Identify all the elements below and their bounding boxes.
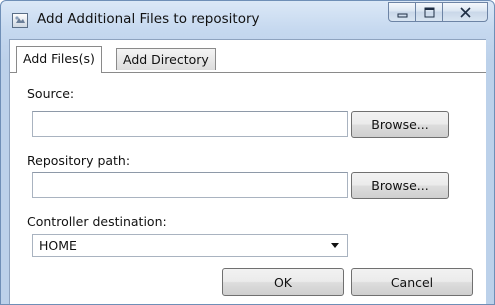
source-browse-button[interactable]: Browse... <box>351 111 449 138</box>
repository-path-label: Repository path: <box>27 153 131 168</box>
add-files-panel: Source: Browse... Repository path: Brows… <box>10 73 486 304</box>
dialog-window: Add Additional Files to repository Add F… <box>0 0 495 305</box>
dialog-client-area: Add Files(s) Add Directory Source: Brows… <box>9 39 486 304</box>
close-button[interactable] <box>442 2 488 22</box>
repository-path-input[interactable] <box>32 172 348 198</box>
chevron-down-icon <box>331 243 339 248</box>
maximize-icon <box>424 7 435 18</box>
tab-add-files[interactable]: Add Files(s) <box>16 46 102 73</box>
ok-button[interactable]: OK <box>222 268 344 296</box>
app-icon[interactable] <box>12 13 28 28</box>
title-bar[interactable]: Add Additional Files to repository <box>1 1 494 39</box>
window-title: Add Additional Files to repository <box>37 11 260 27</box>
tab-add-directory[interactable]: Add Directory <box>116 48 216 70</box>
controller-destination-select[interactable]: HOME <box>32 234 348 257</box>
maximize-button[interactable] <box>415 2 443 22</box>
controller-destination-label: Controller destination: <box>27 214 167 229</box>
tab-strip: Add Files(s) Add Directory <box>10 46 486 73</box>
controller-destination-value: HOME <box>39 238 77 253</box>
cancel-button[interactable]: Cancel <box>351 268 473 296</box>
repository-browse-button[interactable]: Browse... <box>351 172 449 199</box>
source-input[interactable] <box>32 111 348 137</box>
source-label: Source: <box>27 86 75 101</box>
minimize-button[interactable] <box>388 2 416 22</box>
close-icon <box>460 7 471 18</box>
minimize-icon <box>397 13 408 18</box>
caption-buttons <box>388 2 488 24</box>
